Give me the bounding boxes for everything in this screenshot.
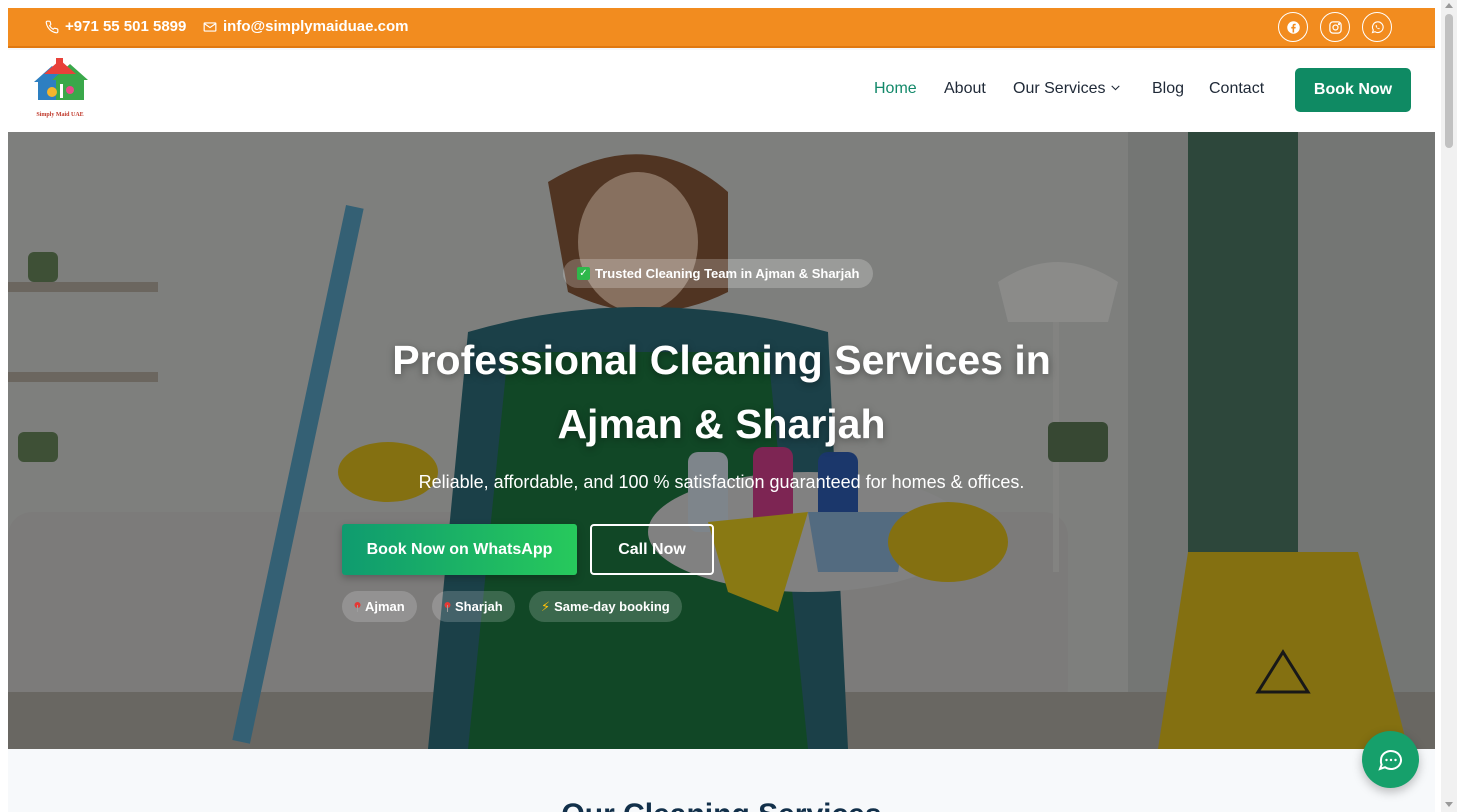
book-now-button[interactable]: Book Now: [1295, 68, 1411, 112]
scroll-down-arrow-icon[interactable]: [1445, 802, 1453, 807]
lightning-icon: ⚡: [541, 598, 551, 614]
top-bar: +971 55 501 5899 info@simplymaiduae.com: [8, 8, 1435, 48]
facebook-icon: [1286, 20, 1300, 34]
vertical-scrollbar[interactable]: [1441, 0, 1457, 812]
pin-icon: [444, 601, 451, 612]
chip-ajman-label: Ajman: [365, 599, 405, 614]
nav-about[interactable]: About: [944, 80, 986, 98]
phone-number: +971 55 501 5899: [65, 18, 187, 35]
hero-title: Professional Cleaning Services in Ajman …: [308, 328, 1135, 456]
chip-same-day: ⚡ Same-day booking: [529, 591, 682, 622]
hero-title-line-2: Ajman & Sharjah: [557, 401, 886, 447]
nav-our-services[interactable]: Our Services: [1013, 80, 1122, 98]
whatsapp-link[interactable]: [1362, 12, 1392, 42]
email-link[interactable]: info@simplymaiduae.com: [203, 18, 409, 35]
facebook-link[interactable]: [1278, 12, 1308, 42]
chevron-down-icon: [1111, 85, 1121, 91]
page: +971 55 501 5899 info@simplymaiduae.com: [8, 8, 1435, 812]
chip-same-day-label: Same-day booking: [554, 599, 670, 614]
chip-ajman: Ajman: [342, 591, 417, 622]
scroll-up-arrow-icon[interactable]: [1445, 3, 1453, 8]
nav-blog[interactable]: Blog: [1152, 80, 1184, 98]
nav-our-services-label: Our Services: [1013, 80, 1106, 97]
logo-house-icon: [34, 58, 88, 100]
book-whatsapp-button[interactable]: Book Now on WhatsApp: [342, 524, 577, 575]
trust-badge-text: Trusted Cleaning Team in Ajman & Sharjah: [595, 266, 860, 281]
scrollbar-thumb[interactable]: [1445, 14, 1453, 148]
phone-icon: [45, 20, 59, 33]
hero-section: ✓ Trusted Cleaning Team in Ajman & Sharj…: [8, 132, 1435, 749]
hero-subtitle: Reliable, affordable, and 100 % satisfac…: [418, 472, 1025, 492]
browser-viewport: +971 55 501 5899 info@simplymaiduae.com: [0, 0, 1457, 812]
chip-sharjah-label: Sharjah: [455, 599, 503, 614]
main-navbar: Simply Maid UAE Home About Our Services …: [8, 50, 1435, 132]
instagram-icon: [1328, 20, 1342, 34]
mail-icon: [203, 21, 217, 32]
chat-bubble-icon: [1377, 749, 1402, 771]
hero-title-line-1: Professional Cleaning Services in: [392, 337, 1051, 383]
instagram-link[interactable]: [1320, 12, 1350, 42]
email-address: info@simplymaiduae.com: [223, 18, 409, 35]
check-icon: ✓: [577, 267, 590, 280]
site-logo[interactable]: Simply Maid UAE: [30, 56, 90, 118]
services-heading: Our Cleaning Services: [8, 798, 1435, 812]
phone-link[interactable]: +971 55 501 5899: [45, 18, 186, 35]
trust-badge: ✓ Trusted Cleaning Team in Ajman & Sharj…: [563, 259, 874, 288]
whatsapp-icon: [1371, 20, 1384, 33]
logo-text: Simply Maid UAE: [36, 112, 84, 118]
chip-sharjah: Sharjah: [432, 591, 515, 622]
call-now-button[interactable]: Call Now: [590, 524, 714, 575]
chat-button[interactable]: [1362, 731, 1419, 788]
pin-icon: [354, 601, 361, 612]
nav-home[interactable]: Home: [874, 80, 917, 98]
nav-contact[interactable]: Contact: [1209, 80, 1264, 98]
